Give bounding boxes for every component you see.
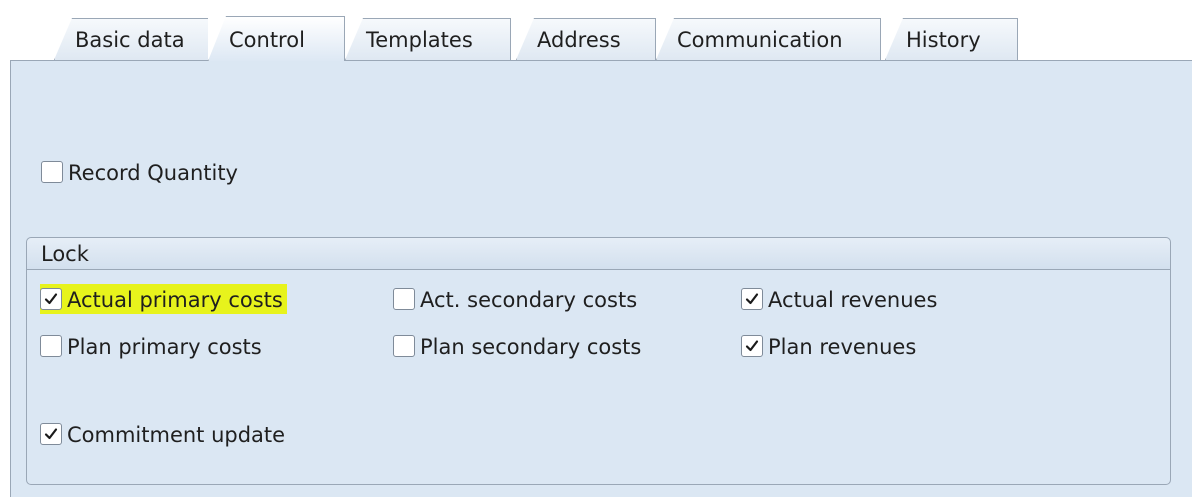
tab-history[interactable]: History	[885, 18, 1018, 60]
checkbox-box[interactable]	[393, 287, 415, 310]
tab-address[interactable]: Address	[516, 18, 656, 60]
actual-revenues-checkbox[interactable]: Actual revenues	[741, 284, 937, 314]
tab-control-label: Control	[229, 28, 305, 52]
act-secondary-costs-label: Act. secondary costs	[420, 288, 638, 312]
checkbox-box[interactable]	[40, 287, 62, 310]
plan-revenues-label: Plan revenues	[768, 335, 917, 359]
control-tab-panel: Record Quantity Lock Actual primary cost…	[10, 60, 1192, 497]
plan-primary-costs-checkbox[interactable]: Plan primary costs	[40, 331, 262, 361]
checkbox-box[interactable]	[41, 160, 63, 183]
record-quantity-checkbox[interactable]: Record Quantity	[41, 157, 238, 187]
checkmark-icon	[44, 292, 58, 304]
tab-basic-data[interactable]: Basic data	[54, 18, 209, 60]
plan-primary-costs-label: Plan primary costs	[67, 335, 262, 359]
tab-communication[interactable]: Communication	[656, 18, 881, 60]
actual-primary-costs-label: Actual primary costs	[67, 288, 283, 312]
plan-secondary-costs-label: Plan secondary costs	[420, 335, 642, 359]
plan-secondary-costs-checkbox[interactable]: Plan secondary costs	[393, 331, 641, 361]
checkmark-icon	[44, 427, 58, 439]
checkbox-box[interactable]	[393, 334, 415, 357]
checkmark-icon	[745, 339, 759, 351]
tab-address-label: Address	[537, 28, 621, 52]
record-quantity-label: Record Quantity	[68, 161, 238, 185]
act-secondary-costs-checkbox[interactable]: Act. secondary costs	[393, 284, 637, 314]
commitment-update-checkbox[interactable]: Commitment update	[40, 419, 285, 449]
tab-control[interactable]: Control	[208, 16, 345, 61]
tab-basic-data-label: Basic data	[75, 28, 185, 52]
tab-communication-label: Communication	[677, 28, 843, 52]
checkmark-icon	[745, 292, 759, 304]
actual-primary-costs-checkbox[interactable]: Actual primary costs	[40, 284, 287, 314]
lock-group-title: Lock	[27, 238, 1170, 270]
commitment-update-label: Commitment update	[67, 423, 286, 447]
lock-group: Lock Actual primary costs Act. secondary…	[26, 237, 1171, 485]
plan-revenues-checkbox[interactable]: Plan revenues	[741, 331, 916, 361]
actual-revenues-label: Actual revenues	[768, 288, 938, 312]
checkbox-box[interactable]	[741, 334, 763, 357]
tab-history-label: History	[906, 28, 981, 52]
checkbox-box[interactable]	[40, 334, 62, 357]
tab-templates-label: Templates	[366, 28, 473, 52]
checkbox-box[interactable]	[40, 422, 62, 445]
tab-templates[interactable]: Templates	[345, 18, 511, 60]
checkbox-box[interactable]	[741, 287, 763, 310]
tab-strip: Basic data Control Templates Address Com…	[0, 0, 1192, 61]
